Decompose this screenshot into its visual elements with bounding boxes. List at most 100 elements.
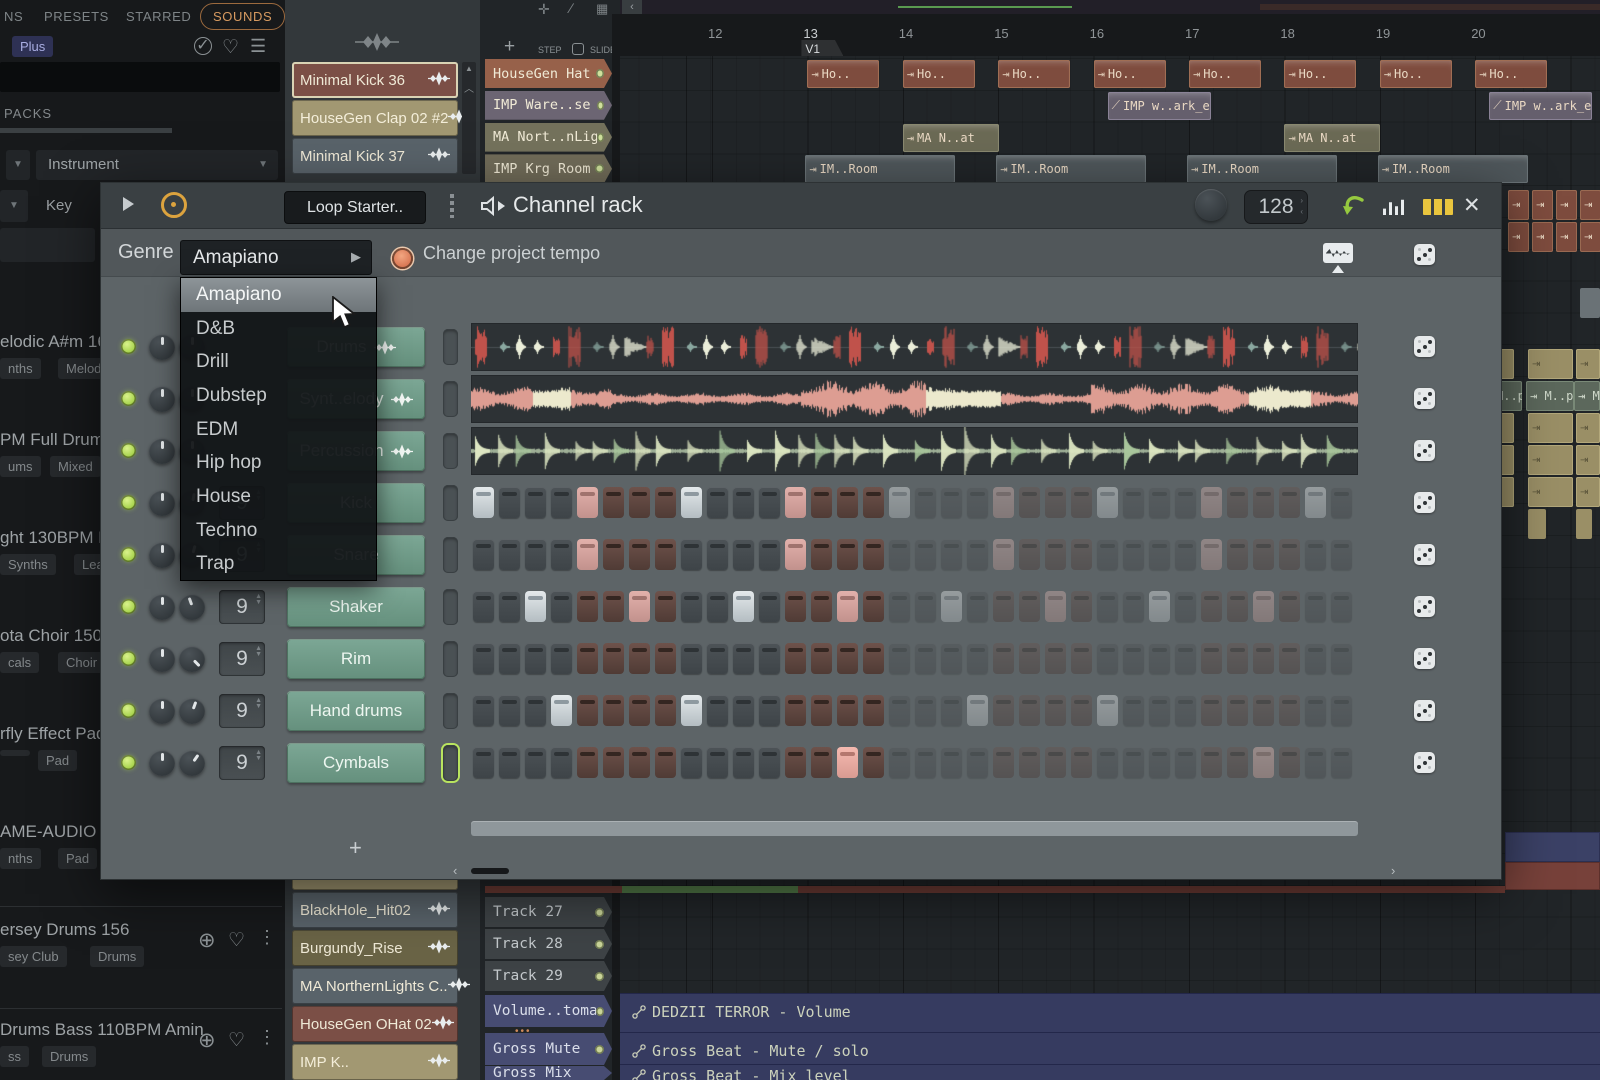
step-28[interactable] — [1175, 591, 1196, 622]
step-1[interactable] — [473, 747, 494, 778]
mini-clip[interactable]: ⇥ — [1580, 190, 1600, 220]
step-8[interactable] — [655, 539, 676, 570]
step-5[interactable] — [577, 591, 598, 622]
step-24[interactable] — [1071, 643, 1092, 674]
step-4[interactable] — [551, 591, 572, 622]
sample-channel[interactable]: HouseGen OHat 02 — [292, 1006, 458, 1042]
marker-v1[interactable]: V1 — [801, 40, 843, 56]
step-25[interactable] — [1097, 747, 1118, 778]
swing-knob[interactable] — [1195, 189, 1227, 221]
track-header[interactable]: HouseGen Hat 02 — [485, 59, 612, 88]
step-5[interactable] — [577, 539, 598, 570]
step-14[interactable] — [811, 591, 832, 622]
step-20[interactable] — [967, 539, 988, 570]
pan-knob[interactable] — [149, 750, 175, 776]
step-28[interactable] — [1175, 539, 1196, 570]
step-13[interactable] — [785, 487, 806, 518]
step-8[interactable] — [655, 487, 676, 518]
graph-editor-icon[interactable] — [1383, 199, 1407, 215]
menu-item-house[interactable]: House — [181, 480, 376, 514]
track-led[interactable] — [596, 69, 604, 78]
step-2[interactable] — [499, 747, 520, 778]
step-22[interactable] — [1019, 539, 1040, 570]
step-34[interactable] — [1331, 591, 1352, 622]
step-24[interactable] — [1071, 539, 1092, 570]
automation-track-header[interactable]: Gross Mute — [485, 1033, 612, 1065]
track-led[interactable] — [596, 1007, 604, 1016]
step-6[interactable] — [603, 695, 624, 726]
step-6[interactable] — [603, 643, 624, 674]
step-15[interactable] — [837, 487, 858, 518]
step-22[interactable] — [1019, 487, 1040, 518]
step-13[interactable] — [785, 747, 806, 778]
step-21[interactable] — [993, 539, 1014, 570]
step-23[interactable] — [1045, 643, 1066, 674]
randomize-icon[interactable] — [1414, 336, 1435, 357]
step-5[interactable] — [577, 747, 598, 778]
step-16[interactable] — [863, 747, 884, 778]
step-7[interactable] — [629, 539, 650, 570]
pattern-clip[interactable]: ⇥IM..Room — [996, 155, 1146, 183]
channel-button[interactable]: Hand drums — [287, 691, 425, 731]
step-18[interactable] — [915, 539, 936, 570]
step-26[interactable] — [1123, 747, 1144, 778]
step-32[interactable] — [1279, 643, 1300, 674]
channel-select-pill[interactable] — [443, 381, 458, 417]
automation-clip[interactable]: Gross Beat - Mix level — [620, 1064, 1600, 1080]
step-10[interactable] — [707, 539, 728, 570]
step-2[interactable] — [499, 695, 520, 726]
step-12[interactable] — [759, 695, 780, 726]
kebab-menu-icon[interactable]: ⋮ — [258, 927, 276, 948]
kebab-menu-icon[interactable]: ⋮ — [258, 1027, 276, 1048]
step-23[interactable] — [1045, 487, 1066, 518]
step-13[interactable] — [785, 695, 806, 726]
step-3[interactable] — [525, 643, 546, 674]
randomize-icon[interactable] — [1414, 596, 1435, 617]
step-26[interactable] — [1123, 487, 1144, 518]
drag-handle-icon[interactable] — [450, 194, 454, 218]
track-header[interactable]: Track 27 — [485, 897, 612, 927]
step-8[interactable] — [655, 643, 676, 674]
pattern-clip[interactable]: ⇥Ho.. — [1475, 60, 1547, 88]
step-12[interactable] — [759, 487, 780, 518]
menu-item-edm[interactable]: EDM — [181, 413, 376, 447]
heart-icon[interactable]: ♡ — [222, 36, 239, 59]
loop-record-icon[interactable] — [161, 192, 187, 218]
volume-knob[interactable] — [179, 646, 205, 672]
randomize-icon[interactable] — [1414, 544, 1435, 565]
step-2[interactable] — [499, 591, 520, 622]
sample-channel[interactable]: IMP K.. — [292, 1044, 458, 1080]
step-9[interactable] — [681, 747, 702, 778]
randomize-icon[interactable] — [1414, 492, 1435, 513]
step-23[interactable] — [1045, 695, 1066, 726]
step-19[interactable] — [941, 539, 962, 570]
step-1[interactable] — [473, 695, 494, 726]
step-19[interactable] — [941, 591, 962, 622]
pan-knob[interactable] — [149, 594, 175, 620]
step-27[interactable] — [1149, 591, 1170, 622]
mini-clip[interactable]: ⇥ — [1556, 222, 1577, 252]
step-28[interactable] — [1175, 747, 1196, 778]
step-6[interactable] — [603, 591, 624, 622]
volume-knob[interactable] — [179, 698, 205, 724]
step-20[interactable] — [967, 487, 988, 518]
keyboard-editor-icon[interactable] — [1423, 199, 1453, 215]
step-22[interactable] — [1019, 591, 1040, 622]
step-7[interactable] — [629, 643, 650, 674]
step-16[interactable] — [863, 539, 884, 570]
step-30[interactable] — [1227, 539, 1248, 570]
pattern-clip[interactable]: ⇥Ho.. — [998, 60, 1070, 88]
pattern-clip[interactable]: ⇥IM..Room — [1187, 155, 1337, 183]
pan-knob[interactable] — [149, 490, 175, 516]
step-12[interactable] — [759, 747, 780, 778]
step-34[interactable] — [1331, 695, 1352, 726]
track-header[interactable]: MA Nort..nLights — [485, 123, 612, 152]
step-31[interactable] — [1253, 539, 1274, 570]
channel-select-pill[interactable] — [443, 641, 458, 677]
step-14[interactable] — [811, 747, 832, 778]
step-15[interactable] — [837, 591, 858, 622]
step-6[interactable] — [603, 747, 624, 778]
step-10[interactable] — [707, 643, 728, 674]
collapse-icon[interactable]: ︿ — [464, 80, 474, 95]
track-led[interactable] — [597, 101, 604, 110]
